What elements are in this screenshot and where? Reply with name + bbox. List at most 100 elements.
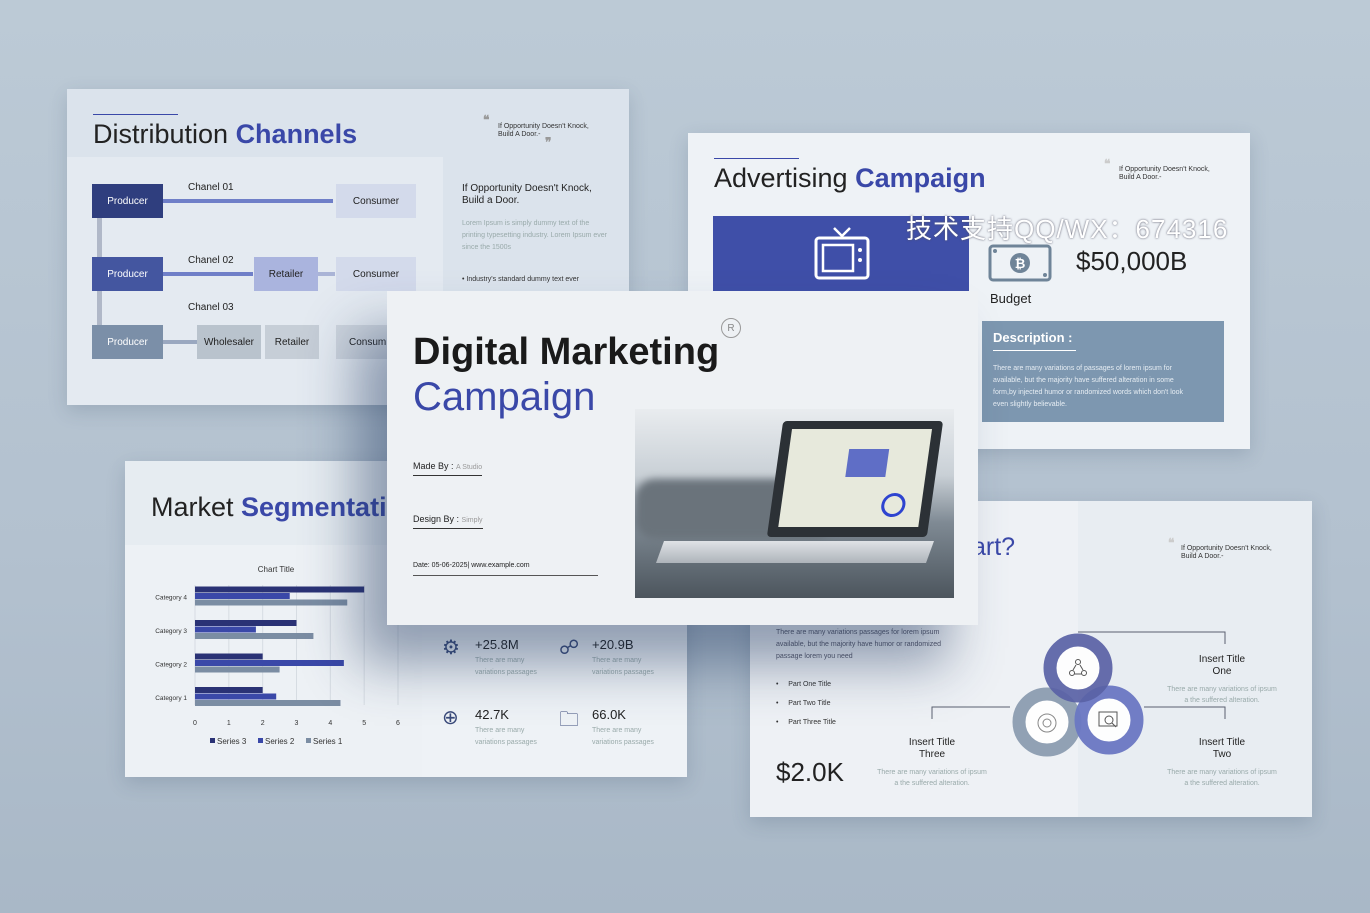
folder-search-icon: 🗀: [559, 709, 579, 731]
x-tick-label: 0: [193, 720, 197, 727]
footer-text: Date: 05-06-2025| www.example.com: [413, 562, 598, 576]
dashboard-donut: [879, 493, 908, 517]
dashboard-chart: [845, 449, 890, 477]
quote-text: If Opportunity Doesn't Knock, Build A Do…: [1119, 166, 1210, 181]
part-item: Insert Title Three There are many variati…: [862, 737, 1002, 789]
producer-node: Producer: [92, 184, 163, 218]
bar-chart: Chart Title 0 1 2 3 4 5 6 Category 1 Category 2 Ca…: [155, 565, 400, 746]
stat-desc: There are many variations passages: [475, 727, 537, 746]
bullet: • Industry's standard dummy text ever: [462, 276, 580, 283]
retailer-node: Retailer: [254, 257, 318, 291]
heading: If Opportunity Doesn't Knock, Build a Do…: [462, 183, 592, 206]
bar-series-1: [195, 666, 280, 673]
category-label: Category 2: [155, 662, 187, 669]
quote-open-icon: ❝: [1104, 157, 1111, 171]
bar-series-3: [195, 687, 263, 693]
watermark: 技术支持QQ/WX：674316: [906, 214, 1229, 244]
retailer-node: Retailer: [265, 325, 319, 359]
bar-series-1: [195, 633, 314, 639]
chart-title: Chart Title: [258, 565, 295, 574]
bitcoin-banknote-icon: ₿: [988, 244, 1052, 282]
bar-series-3: [195, 620, 297, 626]
laptop-photo: [635, 409, 954, 598]
slide-title: Distribution Channels: [93, 119, 358, 149]
bar-series-3: [195, 586, 365, 593]
producer-node: Producer: [92, 257, 163, 291]
legend-label: Series 3: [217, 737, 247, 746]
network-icon: ☍: [559, 637, 580, 659]
stat-value: 42.7K: [475, 707, 509, 722]
x-tick-label: 6: [396, 720, 400, 727]
bar-series-2: [195, 693, 277, 700]
category-label: Category 4: [155, 595, 187, 602]
budget-label: Budget: [990, 291, 1032, 306]
stats-panel: ⚙ +25.8M There are many variations passage…: [422, 625, 687, 777]
registered-mark: R: [721, 318, 741, 338]
bar-series-1: [195, 599, 348, 606]
quote-open-icon: ❝: [483, 113, 490, 127]
legend-swatch: [210, 738, 215, 743]
category-label: Category 3: [155, 628, 187, 635]
gear-icon: ⚙: [442, 637, 460, 659]
laptop-screen: [766, 421, 944, 537]
arrow: [163, 272, 253, 276]
cover-title: Digital Marketing: [413, 331, 720, 373]
x-tick-label: 5: [362, 720, 366, 727]
laptop-base: [655, 541, 935, 563]
x-tick-label: 3: [295, 720, 299, 727]
slide-title: Market Segmentati: [151, 492, 387, 522]
arrow: [163, 340, 197, 344]
slide-cover: Digital Marketing Campaign R Made By : A…: [387, 291, 978, 625]
x-tick-label: 2: [261, 720, 265, 727]
target-icon: ⊕: [442, 707, 459, 729]
x-tick-label: 1: [227, 720, 231, 727]
bar-series-2: [195, 593, 290, 599]
svg-text:₿: ₿: [1015, 256, 1026, 271]
made-by: Made By : A Studio: [413, 461, 483, 476]
legend-label: Series 2: [265, 737, 295, 746]
slide-title: Advertising Campaign: [714, 163, 986, 193]
bar-series-2: [195, 626, 256, 633]
cover-subtitle: Campaign: [413, 375, 596, 419]
dashboard: [778, 429, 933, 527]
part-title: Insert Title One: [1198, 654, 1246, 677]
design-by: Design By : Simply: [413, 514, 483, 529]
description-body: There are many variations of passages of…: [993, 365, 1184, 408]
channel-label: Chanel 03: [188, 302, 234, 313]
category-label: Category 1: [155, 695, 187, 702]
wholesaler-node: Wholesaler: [197, 325, 261, 359]
channel-label: Chanel 02: [188, 255, 234, 266]
consumer-node: Consumer: [336, 257, 416, 291]
part-item: Insert Title Two There are many variation…: [1152, 737, 1292, 789]
quote-text: If Opportunity Doesn't Knock, Build A Do…: [498, 123, 589, 138]
part-desc: There are many variations of ipsum a the…: [1167, 769, 1277, 787]
part-title: Insert Title Three: [908, 737, 956, 760]
channel-label: Chanel 01: [188, 182, 234, 193]
description-title: Description :: [993, 330, 1077, 351]
stat-desc: There are many variations passages: [592, 657, 654, 676]
consumer-node: Consumer: [336, 184, 416, 218]
legend-swatch: [258, 738, 263, 743]
part-desc: There are many variations of ipsum a the…: [877, 769, 987, 787]
title-line: [93, 114, 178, 115]
stat-value: +20.9B: [592, 637, 634, 652]
stat-value: +25.8M: [475, 637, 519, 652]
part-desc: There are many variations of ipsum a the…: [1167, 686, 1277, 704]
producer-node: Producer: [92, 325, 163, 359]
bar-series-1: [195, 700, 341, 706]
bullet-text: Industry's standard dummy text ever: [466, 276, 580, 283]
stat-desc: There are many variations passages: [592, 727, 654, 746]
stat-value: 66.0K: [592, 707, 626, 722]
budget-value: $50,000B: [1076, 246, 1188, 276]
quote-close-icon: ❞: [545, 135, 552, 149]
stat-desc: There are many variations passages: [475, 657, 537, 676]
bar-series-3: [195, 653, 263, 660]
legend-label: Series 1: [313, 737, 343, 746]
part-item: Insert Title One There are many variation…: [1152, 654, 1292, 706]
arrow: [317, 272, 335, 276]
bar-series-2: [195, 660, 344, 666]
arrow: [163, 199, 333, 203]
tv-icon: [814, 227, 870, 280]
title-line: [714, 158, 799, 159]
x-tick-label: 4: [328, 720, 332, 727]
